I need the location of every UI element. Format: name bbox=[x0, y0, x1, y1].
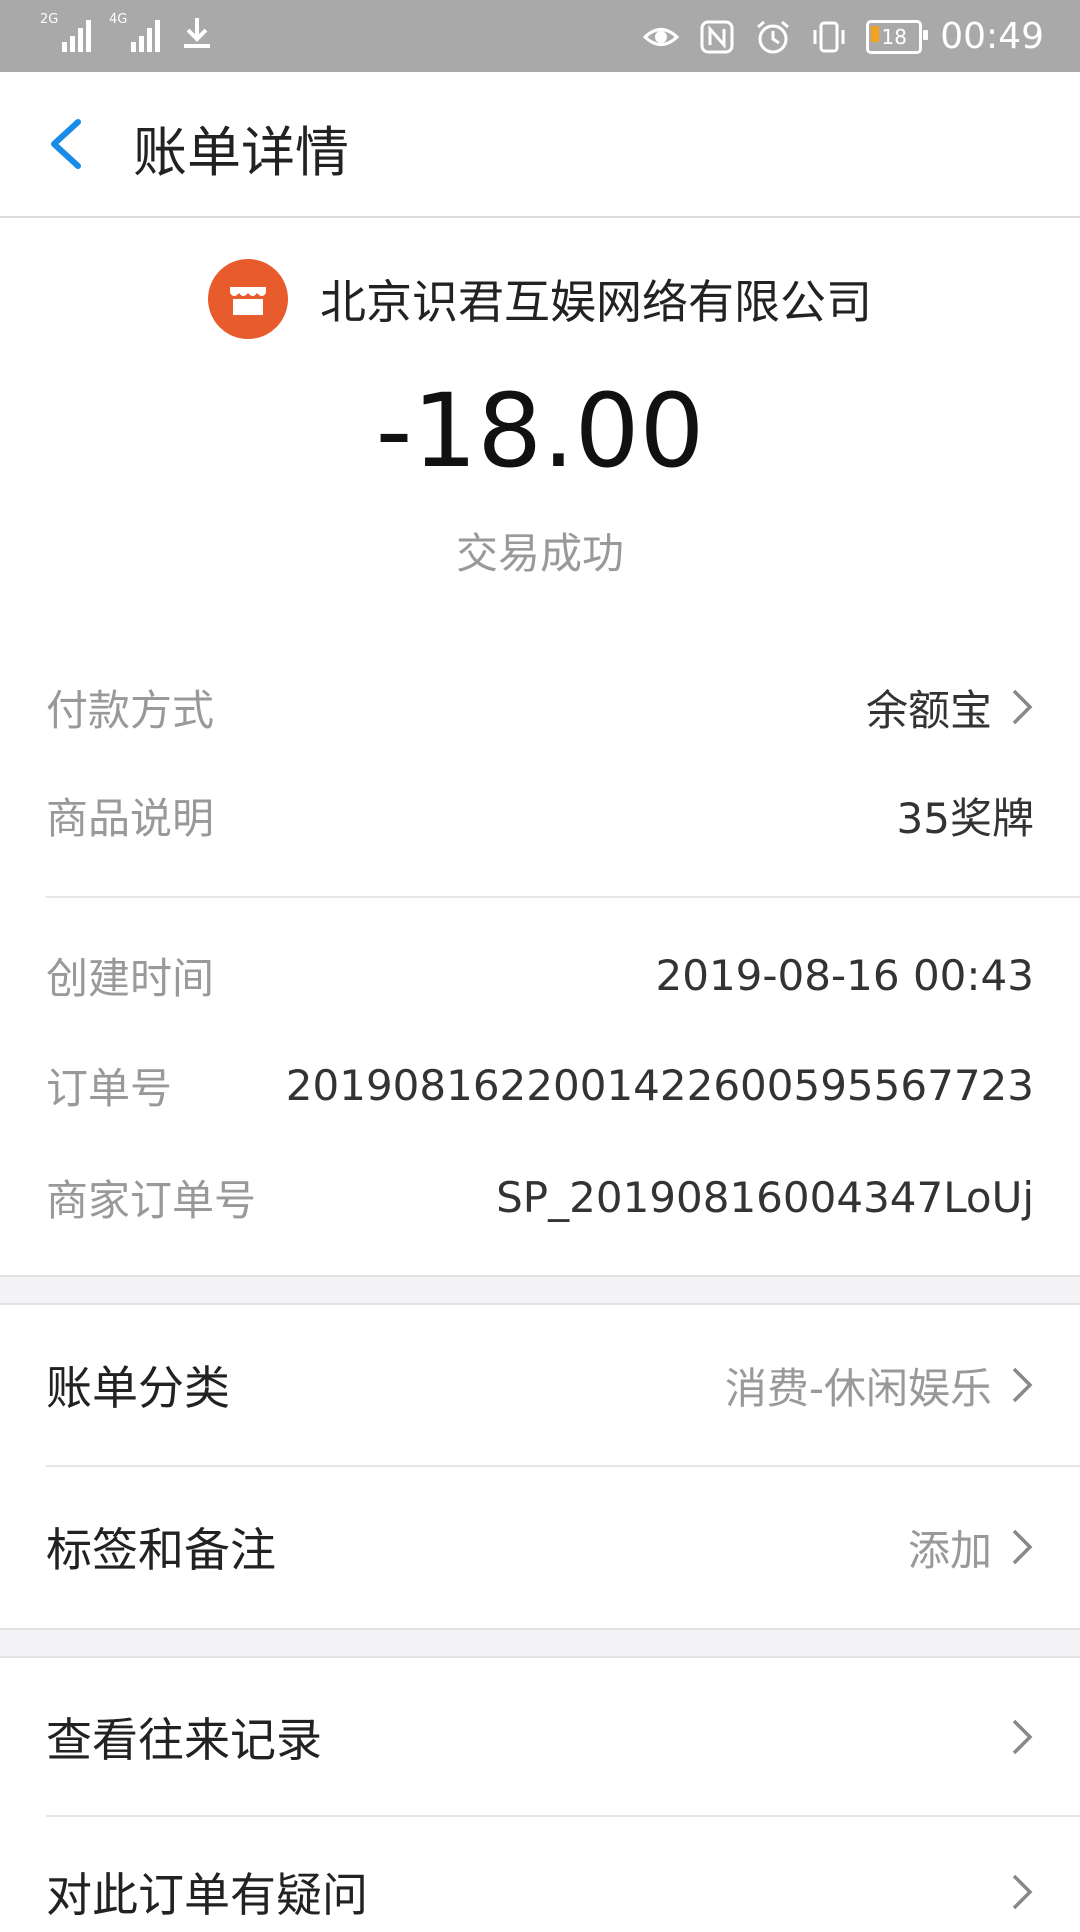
payment-method-label: 付款方式 bbox=[46, 685, 215, 735]
chevron-right-icon bbox=[1012, 1529, 1033, 1565]
product-desc-value: 35奖牌 bbox=[896, 793, 1034, 843]
history-value-wrap bbox=[1010, 1717, 1034, 1757]
history-label: 查看往来记录 bbox=[46, 1713, 322, 1767]
order-no-label: 订单号 bbox=[46, 1063, 173, 1113]
alarm-icon bbox=[757, 20, 790, 53]
bill-category-value: 消费-休闲娱乐 bbox=[724, 1363, 992, 1413]
vibrate-icon bbox=[813, 21, 845, 52]
tags-notes-row[interactable]: 标签和备注 添加 bbox=[46, 1507, 1034, 1587]
tags-notes-label: 标签和备注 bbox=[46, 1523, 276, 1577]
payment-method-value: 余额宝 bbox=[865, 685, 992, 735]
product-desc-label: 商品说明 bbox=[46, 793, 215, 843]
section-gap bbox=[0, 1628, 1080, 1658]
bill-category-label: 账单分类 bbox=[46, 1361, 230, 1415]
merchant-name: 北京识君互娱网络有限公司 bbox=[320, 275, 872, 329]
created-time-value: 2019-08-16 00:43 bbox=[655, 950, 1034, 1000]
status-time: 00:49 bbox=[940, 16, 1044, 57]
status-bar: 2G 4G 18 00:49 bbox=[0, 0, 1080, 72]
divider bbox=[46, 896, 1080, 898]
chevron-right-icon bbox=[1012, 1719, 1033, 1755]
chevron-right-icon bbox=[1012, 1874, 1033, 1910]
order-no-value: 2019081622001422600595567723 bbox=[285, 1060, 1034, 1110]
eye-icon bbox=[643, 27, 680, 46]
history-row[interactable]: 查看往来记录 bbox=[46, 1697, 1034, 1777]
sim2-label: 4G bbox=[109, 12, 128, 27]
download-icon bbox=[184, 18, 210, 48]
status-left: 2G 4G bbox=[40, 12, 216, 52]
transaction-status: 交易成功 bbox=[455, 529, 624, 578]
chevron-right-icon bbox=[1012, 1367, 1033, 1403]
sim2-signal-icon: 4G bbox=[109, 12, 160, 52]
merchant-header: 北京识君互娱网络有限公司 bbox=[0, 258, 1080, 340]
merchant-order-no-label: 商家订单号 bbox=[46, 1175, 257, 1225]
divider bbox=[46, 1465, 1080, 1467]
merchant-order-no-row: 商家订单号 SP_20190816004347LoUj bbox=[46, 1162, 1034, 1232]
battery-level: 18 bbox=[881, 24, 907, 49]
status-right: 18 00:49 bbox=[642, 16, 1044, 57]
nav-bar: 账单详情 bbox=[0, 72, 1080, 218]
order-no-row: 订单号 2019081622001422600595567723 bbox=[46, 1050, 1034, 1120]
order-question-value-wrap bbox=[1010, 1872, 1034, 1912]
order-question-row[interactable]: 对此订单有疑问 bbox=[46, 1852, 1034, 1932]
nfc-icon bbox=[700, 20, 734, 53]
created-time-row: 创建时间 2019-08-16 00:43 bbox=[46, 940, 1034, 1010]
payment-method-value-wrap: 余额宝 bbox=[866, 677, 1034, 738]
payment-method-row[interactable]: 付款方式 余额宝 bbox=[46, 672, 1034, 742]
created-time-label: 创建时间 bbox=[46, 953, 215, 1003]
transaction-amount: -18.00 bbox=[375, 372, 705, 491]
section-gap bbox=[0, 1275, 1080, 1305]
bill-category-row[interactable]: 账单分类 消费-休闲娱乐 bbox=[46, 1345, 1034, 1425]
tags-notes-value: 添加 bbox=[907, 1525, 992, 1575]
order-question-label: 对此订单有疑问 bbox=[46, 1868, 368, 1922]
battery-icon: 18 bbox=[866, 19, 929, 54]
sim1-signal-icon: 2G bbox=[40, 12, 91, 52]
page-title: 账单详情 bbox=[133, 121, 349, 184]
back-arrow-icon[interactable] bbox=[42, 116, 92, 172]
bill-category-value-wrap: 消费-休闲娱乐 bbox=[725, 1355, 1034, 1416]
tags-notes-value-wrap: 添加 bbox=[908, 1517, 1034, 1578]
merchant-order-no-value: SP_20190816004347LoUj bbox=[496, 1172, 1034, 1222]
sim1-label: 2G bbox=[40, 12, 59, 27]
product-desc-row: 商品说明 35奖牌 bbox=[46, 780, 1034, 850]
store-icon bbox=[208, 259, 288, 339]
chevron-right-icon bbox=[1012, 689, 1033, 725]
divider bbox=[46, 1815, 1080, 1817]
